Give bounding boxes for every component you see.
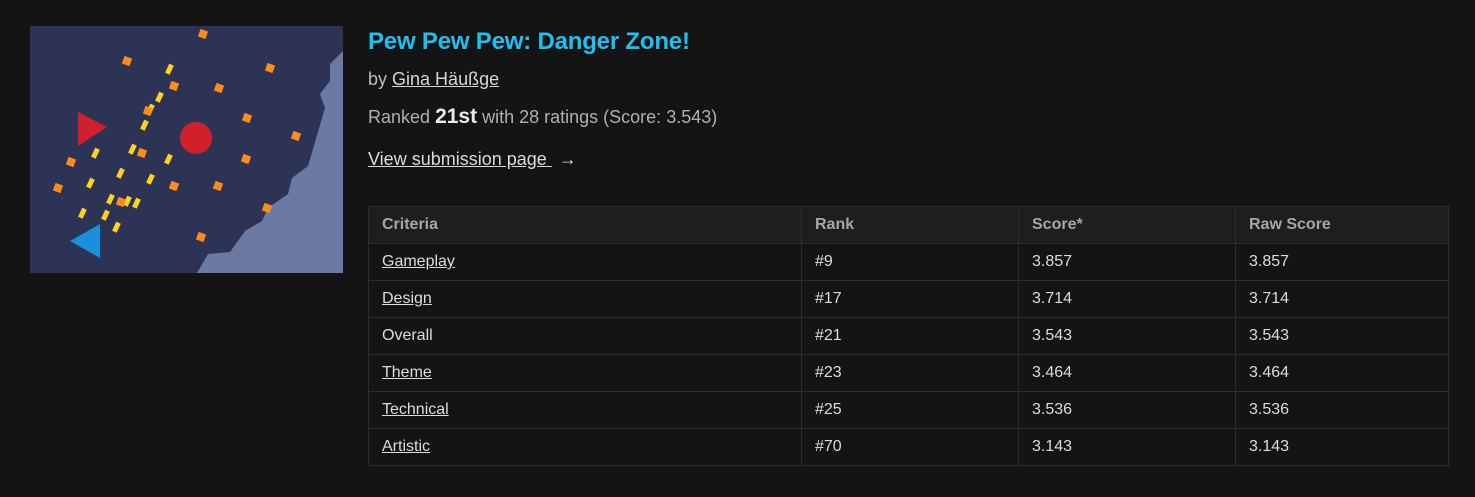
results-page: Pew Pew Pew: Danger Zone! by Gina Häußge… [0, 0, 1475, 497]
view-submission-label: View submission page [368, 149, 547, 169]
table-header-row: Criteria Rank Score* Raw Score [368, 206, 1449, 244]
table-row: Design #17 3.714 3.714 [368, 280, 1449, 318]
view-submission-link[interactable]: View submission page → [368, 146, 577, 172]
header-criteria: Criteria [368, 206, 802, 244]
rank-cell: #21 [801, 317, 1019, 355]
criteria-link-gameplay[interactable]: Gameplay [382, 253, 455, 270]
game-info: Pew Pew Pew: Danger Zone! by Gina Häußge… [368, 24, 1449, 172]
table-row: Artistic #70 3.143 3.143 [368, 428, 1449, 466]
criteria-link-artistic[interactable]: Artistic [382, 438, 430, 455]
raw-score-cell: 3.714 [1235, 280, 1449, 318]
rank-cell: #9 [801, 243, 1019, 281]
raw-score-cell: 3.857 [1235, 243, 1449, 281]
author-link[interactable]: Gina Häußge [392, 69, 499, 89]
criteria-cell: Design [368, 280, 802, 318]
criteria-cell: Theme [368, 354, 802, 392]
table-row: Overall #21 3.543 3.543 [368, 317, 1449, 355]
header-rank: Rank [801, 206, 1019, 244]
score-cell: 3.143 [1018, 428, 1236, 466]
criteria-cell: Technical [368, 391, 802, 429]
rank-cell: #17 [801, 280, 1019, 318]
overall-rank: 21st [435, 105, 478, 128]
rank-cell: #23 [801, 354, 1019, 392]
table-row: Theme #23 3.464 3.464 [368, 354, 1449, 392]
raw-score-cell: 3.543 [1235, 317, 1449, 355]
score-cell: 3.714 [1018, 280, 1236, 318]
criteria-label-overall: Overall [382, 327, 433, 344]
ranking-summary: Ranked 21st with 28 ratings (Score: 3.54… [368, 104, 1449, 130]
raw-score-cell: 3.464 [1235, 354, 1449, 392]
results-table: Criteria Rank Score* Raw Score Gameplay … [368, 206, 1449, 466]
rank-cell: #25 [801, 391, 1019, 429]
header-raw-score: Raw Score [1235, 206, 1449, 244]
criteria-link-technical[interactable]: Technical [382, 401, 449, 418]
arrow-right-icon: → [558, 149, 577, 169]
game-title[interactable]: Pew Pew Pew: Danger Zone! [368, 24, 1449, 60]
by-label: by [368, 69, 388, 89]
enemy-orb [180, 122, 212, 154]
criteria-link-design[interactable]: Design [382, 290, 432, 307]
score-cell: 3.543 [1018, 317, 1236, 355]
score-cell: 3.536 [1018, 391, 1236, 429]
header-score: Score* [1018, 206, 1236, 244]
criteria-link-theme[interactable]: Theme [382, 364, 432, 381]
author-line: by Gina Häußge [368, 66, 1449, 92]
criteria-cell: Gameplay [368, 243, 802, 281]
rank-cell: #70 [801, 428, 1019, 466]
game-thumbnail[interactable] [30, 26, 343, 273]
table-row: Gameplay #9 3.857 3.857 [368, 243, 1449, 281]
raw-score-cell: 3.143 [1235, 428, 1449, 466]
criteria-cell: Overall [368, 317, 802, 355]
rank-detail: with 28 ratings (Score: 3.543) [482, 107, 718, 127]
criteria-cell: Artistic [368, 428, 802, 466]
score-cell: 3.464 [1018, 354, 1236, 392]
ranked-label: Ranked [368, 107, 431, 127]
score-cell: 3.857 [1018, 243, 1236, 281]
raw-score-cell: 3.536 [1235, 391, 1449, 429]
table-row: Technical #25 3.536 3.536 [368, 391, 1449, 429]
